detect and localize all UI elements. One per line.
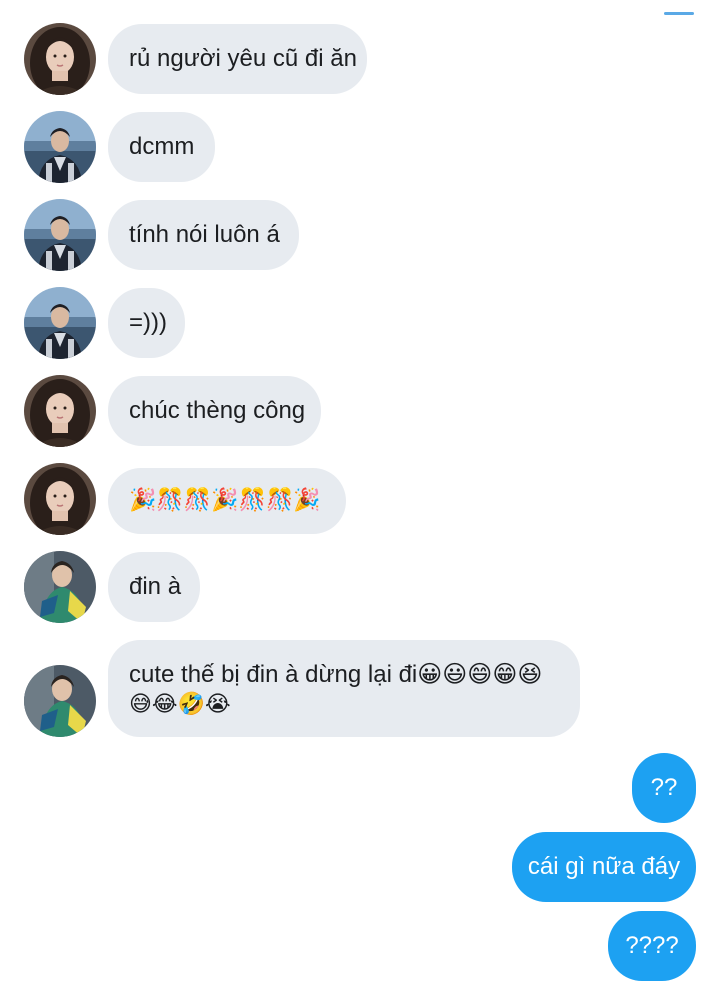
incoming-message-bubble[interactable]: đin à — [108, 552, 200, 622]
message-text: đin à — [129, 573, 182, 600]
outgoing-message-bubble[interactable]: cái gì nữa đáy — [512, 832, 696, 902]
avatar[interactable] — [24, 23, 96, 95]
incoming-message-bubble[interactable]: tính nói luôn á — [108, 200, 299, 270]
avatar-girl-image — [24, 23, 96, 95]
message-text-line: cute thế bị đin à dừng lại đi😀😃😄😁😆 — [129, 661, 543, 688]
message-text: ???? — [625, 932, 679, 959]
message-text: dcmm — [129, 133, 195, 160]
avatar-boy-green-jacket-image — [24, 665, 96, 737]
message-text: ?? — [650, 774, 678, 801]
outgoing-message-bubble[interactable]: ???? — [608, 911, 696, 981]
message-text: 🎉🎊🎊🎉🎊🎊🎉 — [129, 488, 321, 513]
message-text: rủ người yêu cũ đi ăn — [129, 45, 357, 72]
avatar-boy-green-jacket-image — [24, 551, 96, 623]
avatar[interactable] — [24, 463, 96, 535]
avatar[interactable] — [24, 375, 96, 447]
incoming-message-bubble[interactable]: 🎉🎊🎊🎉🎊🎊🎉 — [108, 468, 346, 534]
avatar[interactable] — [24, 665, 96, 737]
incoming-message-bubble[interactable]: cute thế bị đin à dừng lại đi😀😃😄😁😆 😅😂🤣😭 — [108, 640, 580, 737]
incoming-message-bubble[interactable]: dcmm — [108, 112, 215, 182]
message-text: chúc thèng công — [129, 397, 306, 424]
incoming-message-bubble[interactable]: chúc thèng công — [108, 376, 321, 446]
avatar[interactable] — [24, 199, 96, 271]
avatar-girl-image — [24, 375, 96, 447]
incoming-message-bubble[interactable]: =))) — [108, 288, 185, 358]
avatar-boy-image — [24, 199, 96, 271]
avatar[interactable] — [24, 551, 96, 623]
outgoing-message-bubble[interactable]: ?? — [632, 753, 696, 823]
scroll-indicator — [664, 12, 694, 15]
avatar-girl-image — [24, 463, 96, 535]
avatar[interactable] — [24, 287, 96, 359]
message-text: tính nói luôn á — [129, 221, 280, 248]
avatar-boy-image — [24, 111, 96, 183]
incoming-message-bubble[interactable]: rủ người yêu cũ đi ăn — [108, 24, 367, 94]
avatar[interactable] — [24, 111, 96, 183]
message-text: =))) — [129, 309, 167, 336]
avatar-boy-image — [24, 287, 96, 359]
message-text-line: 😅😂🤣😭 — [129, 692, 231, 717]
message-text: cái gì nữa đáy — [527, 853, 681, 880]
